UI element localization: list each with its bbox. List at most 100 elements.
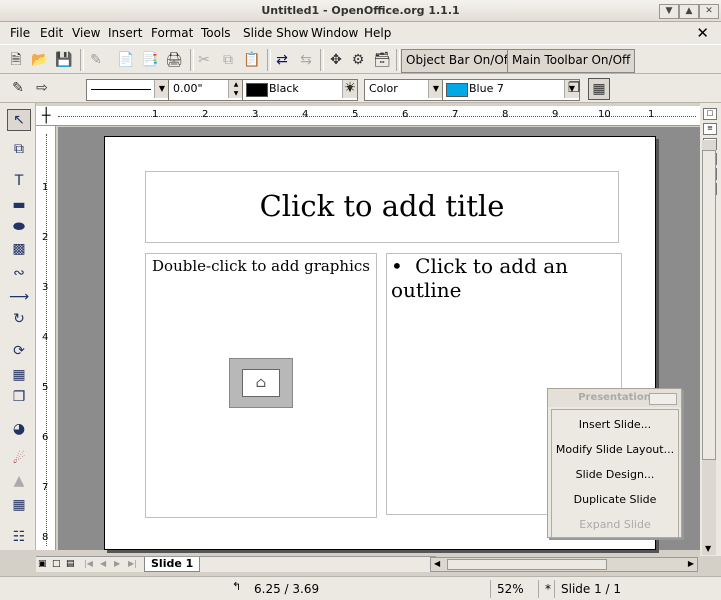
ruler-tick-label: 4	[42, 332, 49, 343]
area-color-select[interactable]: Blue 7 ▼	[442, 79, 580, 101]
area-style-select[interactable]: Color ▼	[364, 79, 444, 101]
spin-arrows-icon[interactable]: ▲ ▼	[228, 80, 243, 98]
title-placeholder[interactable]: Click to add title	[145, 171, 619, 243]
shadow-icon[interactable]: ❐	[564, 78, 584, 98]
view-mode-icon[interactable]: ▣	[38, 559, 47, 569]
data-sources-icon[interactable]: 🗃	[372, 50, 392, 70]
vertical-scrollbar[interactable]: ▼	[702, 140, 716, 555]
rectangle-icon[interactable]: ▬	[8, 195, 30, 215]
graphic-placeholder-icon: ⌂	[229, 358, 293, 408]
line-style-select[interactable]: ▼	[86, 79, 170, 101]
menu-format[interactable]: Format	[151, 26, 193, 40]
last-slide-icon[interactable]: ▶|	[128, 559, 137, 568]
print-icon[interactable]: 🖨	[164, 50, 184, 70]
master-view-icon[interactable]: □	[52, 559, 61, 569]
insert-slide-item[interactable]: Insert Slide...	[552, 418, 678, 431]
drawing-view-icon[interactable]: □	[703, 108, 717, 120]
horizontal-ruler: ┼ 1 2 3 4 5 6 7 8 9 10 1	[36, 106, 700, 126]
ruler-tick-label: 1	[648, 109, 655, 120]
line-icon[interactable]: ▦	[588, 78, 610, 100]
line-ends-icon[interactable]: ⇨	[32, 78, 52, 98]
menu-insert[interactable]: Insert	[108, 26, 142, 40]
undo-icon[interactable]: ⇄	[272, 50, 292, 70]
menu-file[interactable]: File	[10, 26, 30, 40]
area-icon[interactable]: ☀	[340, 78, 360, 98]
modify-slide-layout-item[interactable]: Modify Slide Layout...	[552, 443, 678, 456]
outline-view-icon[interactable]: ≡	[703, 123, 717, 135]
duplicate-slide-item[interactable]: Duplicate Slide	[552, 493, 678, 506]
new-icon[interactable]: 🗎	[6, 50, 26, 70]
cut-icon[interactable]: ✂	[194, 50, 214, 70]
close-document-icon[interactable]: ✕	[696, 24, 709, 42]
hscroll-thumb[interactable]	[447, 559, 607, 570]
3d-controller-icon[interactable]: ☄	[8, 449, 30, 469]
export-pdf-icon[interactable]: 📑	[140, 50, 160, 70]
3d-objects-icon[interactable]: ▩	[8, 239, 30, 259]
insert-object-icon[interactable]: ◕	[8, 419, 30, 439]
text-icon[interactable]: T	[8, 171, 30, 191]
layer-view-icon[interactable]: ▤	[66, 559, 75, 569]
arrange-icon[interactable]: ❐	[8, 387, 30, 407]
graphic-placeholder[interactable]: Double-click to add graphics ⌂	[145, 253, 377, 518]
previous-slide-icon[interactable]: ◀	[100, 559, 106, 568]
separator	[80, 49, 84, 71]
status-position: 6.25 / 3.69	[254, 582, 320, 596]
edit-points-icon[interactable]: ✎	[8, 78, 28, 98]
slide-design-item[interactable]: Slide Design...	[552, 468, 678, 481]
first-slide-icon[interactable]: |◀	[84, 559, 93, 568]
line-style-sample	[91, 89, 151, 90]
panel-close-icon[interactable]	[649, 393, 677, 405]
export-icon[interactable]: 📄	[116, 50, 136, 70]
presentation-panel-list: Insert Slide... Modify Slide Layout... S…	[551, 409, 679, 538]
curve-icon[interactable]: ∾	[8, 263, 30, 283]
ruler-tick-label: 10	[598, 109, 611, 120]
slide-tab-bar: ▣ □ ▤ |◀ ◀ ▶ ▶| Slide 1	[36, 556, 436, 572]
minimize-button[interactable]: ▼	[659, 4, 679, 19]
ruler-tick-label: 8	[42, 532, 49, 543]
menu-help[interactable]: Help	[364, 26, 391, 40]
menu-slide-show[interactable]: Slide Show	[243, 26, 308, 40]
object-bar-toggle-button[interactable]: Object Bar On/Off	[401, 49, 518, 73]
scroll-left-icon[interactable]: ◀	[434, 559, 440, 568]
alignment-icon[interactable]: ▦	[8, 365, 30, 385]
3d-effects-icon[interactable]: ▦	[8, 495, 30, 515]
menu-tools[interactable]: Tools	[201, 26, 231, 40]
ruler-tick-label: 5	[42, 382, 49, 393]
interaction-icon[interactable]: ▲	[8, 471, 30, 491]
next-slide-icon[interactable]: ▶	[114, 559, 120, 568]
line-width-field[interactable]: 0.00" ▲ ▼	[168, 79, 244, 101]
select-icon[interactable]: ↖	[7, 109, 31, 131]
slide-show-icon[interactable]: ☷	[8, 527, 30, 547]
ruler-tick-label: 8	[502, 109, 509, 120]
open-icon[interactable]: 📂	[30, 50, 50, 70]
connector-icon[interactable]: ↻	[8, 309, 30, 329]
ruler-tick-label: 1	[152, 109, 159, 120]
menu-edit[interactable]: Edit	[40, 26, 63, 40]
separator	[396, 49, 400, 71]
edit-file-icon[interactable]: ✎	[86, 50, 106, 70]
paste-icon[interactable]: 📋	[242, 50, 262, 70]
navigator-icon[interactable]: ✥	[326, 50, 346, 70]
ruler-origin-icon: ┼	[42, 108, 51, 124]
save-icon[interactable]: 💾	[54, 50, 74, 70]
ruler-tick-label: 1	[42, 182, 49, 193]
ellipse-icon[interactable]: ⬬	[8, 217, 30, 237]
lines-arrows-icon[interactable]: ⟶	[8, 287, 30, 307]
zoom-icon[interactable]: ⧉	[8, 139, 30, 159]
scroll-thumb[interactable]	[702, 150, 716, 460]
copy-icon[interactable]: ⧉	[218, 50, 238, 70]
redo-icon[interactable]: ⇆	[296, 50, 316, 70]
main-toolbar-toggle-button[interactable]: Main Toolbar On/Off	[507, 49, 636, 73]
scroll-down-icon[interactable]: ▼	[705, 544, 711, 553]
tab-slide-1[interactable]: Slide 1	[144, 557, 201, 572]
chevron-down-icon: ▼	[154, 80, 169, 98]
effects-icon[interactable]: ⟳	[8, 341, 30, 361]
menu-window[interactable]: Window	[311, 26, 358, 40]
menu-view[interactable]: View	[72, 26, 100, 40]
close-window-button[interactable]: ✕	[699, 4, 719, 19]
scroll-right-icon[interactable]: ▶	[688, 559, 694, 568]
outline-placeholder-text: Click to add an outline	[391, 254, 569, 302]
gallery-icon[interactable]: ⚙	[348, 50, 368, 70]
maximize-button[interactable]: ▲	[679, 4, 699, 19]
horizontal-scrollbar[interactable]: ◀ ▶	[430, 557, 698, 572]
